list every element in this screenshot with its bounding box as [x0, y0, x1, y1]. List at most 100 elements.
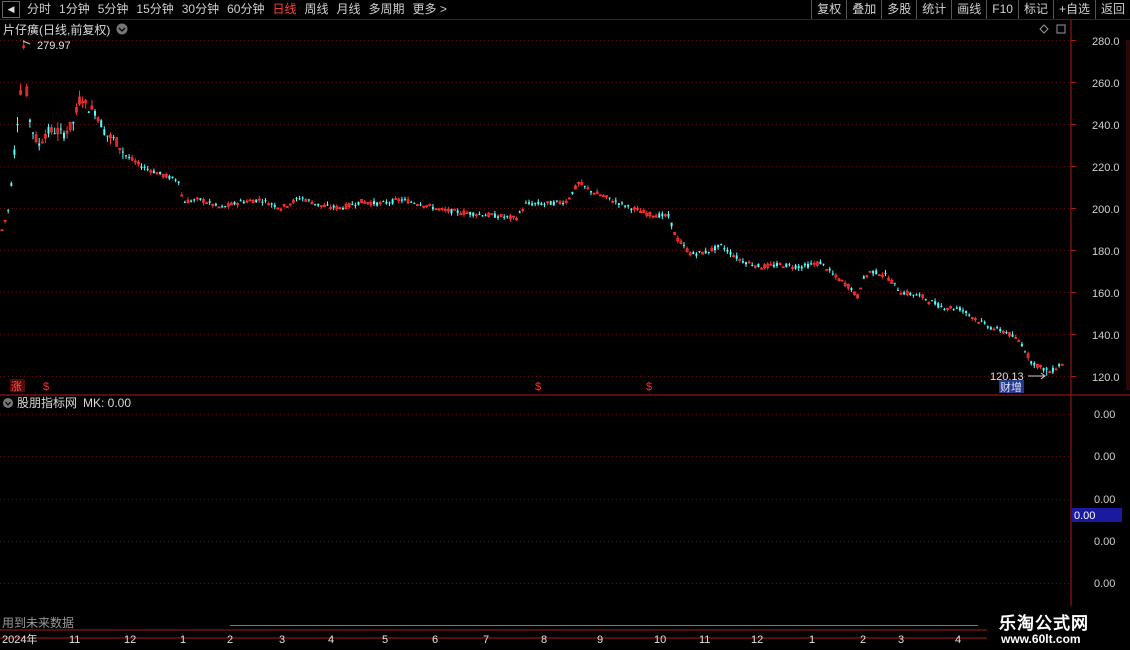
- candle-body: [537, 201, 540, 205]
- candle-body: [714, 246, 716, 251]
- overlay-button[interactable]: 叠加: [846, 0, 881, 19]
- x-tick-label: 4: [955, 634, 961, 646]
- candle-body: [1058, 364, 1061, 367]
- candle-body: [317, 203, 320, 206]
- tab-30min[interactable]: 30分钟: [178, 0, 223, 19]
- tab-60min[interactable]: 60分钟: [223, 0, 268, 19]
- multi-stock-button[interactable]: 多股: [881, 0, 916, 19]
- candle-body: [543, 203, 546, 205]
- indicator-y-tick: 0.00: [1094, 536, 1115, 548]
- candle-body: [140, 166, 143, 169]
- candle-body: [924, 299, 927, 301]
- candle-body: [822, 263, 825, 265]
- tab-1min[interactable]: 1分钟: [55, 0, 94, 19]
- y-tick: 280.0: [1092, 36, 1120, 48]
- candle-body: [893, 282, 896, 284]
- main-y-axis: 280.0 260.0 240.0 220.0 200.0 180.0 160.…: [1092, 36, 1120, 384]
- indicator-mk-value: MK: 0.00: [83, 396, 131, 410]
- candle-body: [931, 300, 933, 302]
- add-watchlist-button[interactable]: +自选: [1052, 0, 1095, 19]
- candle-body: [819, 261, 822, 265]
- y-tick: 220.0: [1092, 162, 1120, 174]
- candle-body: [307, 199, 310, 201]
- candle-body: [146, 168, 149, 170]
- candle-body: [106, 135, 109, 137]
- candle-body: [342, 207, 344, 210]
- tab-daily[interactable]: 日线: [268, 0, 300, 19]
- candle-body: [506, 215, 509, 217]
- x-tick-label: 11: [69, 634, 80, 646]
- y-tick: 200.0: [1092, 204, 1120, 216]
- chart-area[interactable]: 片仔癀(日线,前复权) 279.97 120.13 涨 $ $ $ 财增 280…: [0, 20, 1130, 650]
- restore-rights-button[interactable]: 复权: [811, 0, 846, 19]
- candle-body: [233, 201, 236, 205]
- candle-body: [503, 216, 506, 218]
- event-badge-dollar[interactable]: $: [535, 381, 541, 393]
- candle-body: [772, 264, 775, 267]
- finance-badge[interactable]: 财增: [1000, 380, 1022, 394]
- event-badge-dollar[interactable]: $: [646, 381, 652, 393]
- tab-more[interactable]: 更多 >: [409, 0, 451, 19]
- x-tick-label: 10: [654, 634, 666, 646]
- candle-body: [143, 166, 146, 169]
- draw-line-button[interactable]: 画线: [951, 0, 986, 19]
- candle-body: [695, 253, 698, 256]
- candle-body: [726, 249, 729, 252]
- main-grid: [0, 40, 1076, 377]
- candle-body: [1011, 334, 1014, 337]
- mark-button[interactable]: 标记: [1017, 0, 1053, 19]
- candle-body: [794, 265, 797, 269]
- candle-body: [658, 213, 661, 218]
- candle-body: [955, 307, 958, 309]
- x-tick-label: 3: [898, 634, 904, 646]
- tab-monthly[interactable]: 月线: [333, 0, 365, 19]
- tab-multi-period[interactable]: 多周期: [365, 0, 409, 19]
- candle-body: [431, 206, 434, 210]
- square-icon[interactable]: [1056, 24, 1066, 34]
- tab-fenshi[interactable]: 分时: [23, 0, 55, 19]
- candle-body: [174, 179, 177, 181]
- candle-body: [661, 213, 664, 217]
- candle-body: [980, 320, 983, 322]
- candle-body: [952, 308, 955, 310]
- return-button[interactable]: 返回: [1094, 0, 1130, 19]
- candle-body: [481, 215, 484, 217]
- f10-button[interactable]: F10: [986, 0, 1018, 19]
- indicator-grid: [0, 414, 1071, 584]
- tab-5min[interactable]: 5分钟: [94, 0, 133, 19]
- candle-body: [453, 208, 457, 211]
- candle-body: [621, 202, 623, 204]
- candlestick-series: [0, 40, 1064, 376]
- candle-body: [571, 191, 574, 195]
- candle-body: [298, 198, 301, 200]
- candle-body: [989, 327, 992, 330]
- candle-body: [1051, 367, 1054, 373]
- candle-body: [717, 244, 720, 248]
- candle-body: [781, 266, 785, 269]
- tab-15min[interactable]: 15分钟: [132, 0, 177, 19]
- candle-body: [785, 263, 788, 267]
- candle-body: [125, 155, 127, 157]
- candle-body: [264, 199, 267, 201]
- candle-body: [670, 222, 673, 227]
- tab-weekly[interactable]: 周线: [300, 0, 332, 19]
- y-tick: 180.0: [1092, 246, 1120, 258]
- candle-body: [803, 263, 806, 266]
- candle-body: [624, 205, 627, 207]
- candle-body: [270, 203, 273, 205]
- candle-body: [314, 203, 317, 205]
- diamond-icon[interactable]: [1039, 24, 1049, 34]
- candle-body: [940, 306, 943, 308]
- right-info-column: [1126, 40, 1130, 390]
- candle-body: [419, 204, 422, 206]
- candle-body: [273, 204, 276, 208]
- candle-body: [1030, 361, 1033, 364]
- left-arrow-icon[interactable]: ◀: [2, 1, 20, 18]
- candle-body: [190, 200, 193, 202]
- statistics-button[interactable]: 统计: [916, 0, 951, 19]
- chevron-down-circle-icon[interactable]: [116, 23, 128, 35]
- event-badge-dollar[interactable]: $: [43, 381, 49, 393]
- chevron-down-circle-icon[interactable]: [3, 398, 13, 408]
- candle-body: [828, 268, 831, 271]
- event-badge-zhang[interactable]: 涨: [11, 380, 22, 393]
